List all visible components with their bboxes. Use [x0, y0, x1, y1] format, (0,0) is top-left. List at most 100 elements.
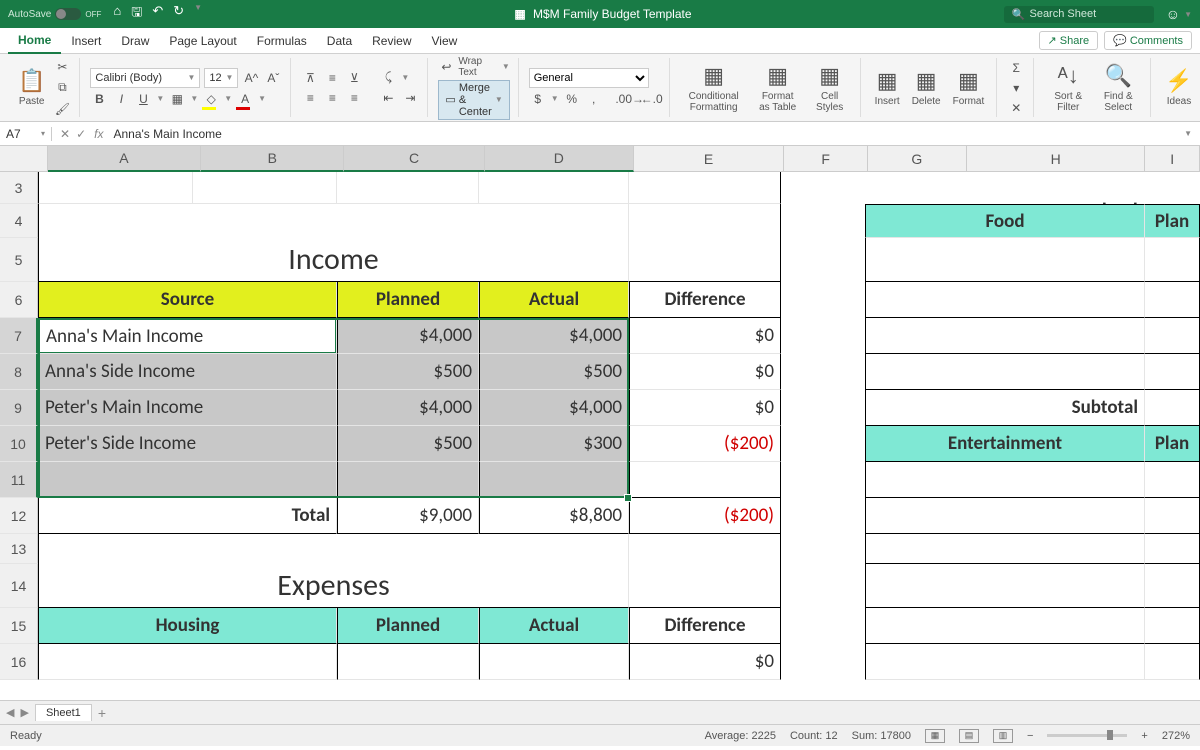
cell[interactable]	[337, 644, 479, 680]
currency-icon[interactable]: $	[529, 90, 547, 108]
find-select-button[interactable]: 🔍Find & Select	[1094, 63, 1142, 113]
zoom-in-button[interactable]: +	[1141, 730, 1147, 742]
cell-diff[interactable]: $0	[629, 644, 781, 680]
conditional-formatting-button[interactable]: ▦Conditional Formatting	[680, 63, 748, 113]
select-all-corner[interactable]	[0, 146, 48, 172]
page-layout-view-icon[interactable]: ▤	[959, 729, 979, 743]
fill-icon[interactable]: ▾	[1007, 79, 1025, 97]
cell-actual[interactable]: $500	[479, 354, 629, 390]
zoom-out-button[interactable]: −	[1027, 730, 1033, 742]
selection-handle[interactable]	[624, 494, 632, 502]
cancel-formula-icon[interactable]: ✕	[60, 127, 70, 141]
col-header-d[interactable]: D	[485, 146, 634, 172]
expenses-title[interactable]: Expenses	[38, 564, 629, 608]
row-header-14[interactable]: 14	[0, 564, 38, 608]
cell[interactable]	[337, 172, 479, 204]
row-header-13[interactable]: 13	[0, 534, 38, 564]
normal-view-icon[interactable]: ▦	[925, 729, 945, 743]
wrap-text-button[interactable]: Wrap Text	[458, 56, 498, 78]
col-header-e[interactable]: E	[634, 146, 785, 172]
align-left-icon[interactable]: ≡	[301, 89, 319, 107]
actual-header-2[interactable]: Actual	[479, 608, 629, 644]
decrease-decimal-icon[interactable]: ←.0	[643, 90, 661, 108]
cell[interactable]	[38, 172, 193, 204]
insert-cells-button[interactable]: ▦Insert	[871, 68, 904, 107]
cell-diff[interactable]: $0	[629, 318, 781, 354]
cut-icon[interactable]: ✂	[53, 58, 71, 76]
format-as-table-button[interactable]: ▦Format as Table	[752, 63, 804, 113]
total-planned[interactable]: $9,000	[337, 498, 479, 534]
tab-view[interactable]: View	[422, 29, 468, 53]
page-break-view-icon[interactable]: ▥	[993, 729, 1013, 743]
comma-icon[interactable]: ,	[585, 90, 603, 108]
feedback-icon[interactable]: ☺	[1166, 6, 1180, 22]
cell-actual[interactable]: $4,000	[479, 318, 629, 354]
entertainment-header[interactable]: Entertainment	[865, 426, 1145, 462]
cell[interactable]	[865, 282, 1145, 318]
cell[interactable]	[479, 172, 629, 204]
align-top-icon[interactable]: ⊼	[301, 69, 319, 87]
cell-planned[interactable]: $500	[337, 426, 479, 462]
col-header-h[interactable]: H	[967, 146, 1146, 172]
row-header-10[interactable]: 10	[0, 426, 38, 462]
cell-source[interactable]: Peter's Main Income	[38, 390, 337, 426]
cell-diff[interactable]: $0	[629, 354, 781, 390]
redo-icon[interactable]: ↻	[173, 3, 184, 25]
cell[interactable]	[479, 644, 629, 680]
font-color-icon[interactable]: A	[236, 90, 254, 108]
fill-color-icon[interactable]: ◇	[202, 90, 220, 108]
source-header[interactable]: Source	[38, 282, 337, 318]
tab-data[interactable]: Data	[317, 29, 362, 53]
cell[interactable]	[337, 462, 479, 498]
subtotal-label[interactable]: Subtotal	[865, 390, 1145, 426]
cell-actual[interactable]: $4,000	[479, 390, 629, 426]
tab-draw[interactable]: Draw	[111, 29, 159, 53]
formula-input[interactable]: Anna's Main Income	[109, 127, 1176, 141]
cell[interactable]	[629, 462, 781, 498]
row-header-5[interactable]: 5	[0, 238, 38, 282]
plan-header[interactable]: Plan	[1145, 204, 1200, 238]
underline-button[interactable]: U	[134, 90, 152, 108]
total-diff[interactable]: ($200)	[629, 498, 781, 534]
housing-header[interactable]: Housing	[38, 608, 337, 644]
autosum-icon[interactable]: Σ	[1007, 59, 1025, 77]
align-center-icon[interactable]: ≡	[323, 89, 341, 107]
row-header-9[interactable]: 9	[0, 390, 38, 426]
tab-insert[interactable]: Insert	[61, 29, 111, 53]
col-header-a[interactable]: A	[48, 146, 202, 172]
cell-planned[interactable]: $4,000	[337, 390, 479, 426]
cell[interactable]	[38, 644, 337, 680]
cell-styles-button[interactable]: ▦Cell Styles	[808, 63, 852, 113]
undo-icon[interactable]: ↶	[152, 3, 163, 25]
row-header-4[interactable]: 4	[0, 204, 38, 238]
active-cell[interactable]: Anna's Main Income	[39, 319, 336, 353]
zoom-level[interactable]: 272%	[1162, 730, 1190, 742]
tab-formulas[interactable]: Formulas	[247, 29, 317, 53]
ideas-button[interactable]: ⚡Ideas	[1161, 68, 1196, 107]
copy-icon[interactable]: ⧉	[53, 79, 71, 97]
zoom-slider[interactable]	[1047, 734, 1127, 737]
tab-page-layout[interactable]: Page Layout	[159, 29, 246, 53]
food-header[interactable]: Food	[865, 204, 1145, 238]
align-right-icon[interactable]: ≡	[345, 89, 363, 107]
delete-cells-button[interactable]: ▦Delete	[908, 68, 945, 107]
row-header-15[interactable]: 15	[0, 608, 38, 644]
cell[interactable]: ◡	[965, 172, 1145, 204]
cell[interactable]	[193, 172, 337, 204]
total-label[interactable]: Total	[38, 498, 337, 534]
bold-button[interactable]: B	[90, 90, 108, 108]
row-header-6[interactable]: 6	[0, 282, 38, 318]
difference-header[interactable]: Difference	[629, 282, 781, 318]
decrease-indent-icon[interactable]: ⇤	[379, 89, 397, 107]
name-box[interactable]: A7▾	[0, 127, 52, 141]
sheet-prev-icon[interactable]: ◀	[6, 706, 14, 719]
col-header-f[interactable]: F	[784, 146, 867, 172]
planned-header-2[interactable]: Planned	[337, 608, 479, 644]
home-icon[interactable]: ⌂	[113, 3, 121, 25]
share-button[interactable]: ↗Share	[1039, 31, 1099, 50]
expand-formula-icon[interactable]: ▼	[1176, 129, 1200, 138]
clear-icon[interactable]: ✕	[1007, 99, 1025, 117]
align-middle-icon[interactable]: ≡	[323, 69, 341, 87]
comments-button[interactable]: 💬Comments	[1104, 31, 1192, 50]
income-title-2[interactable]: Income	[38, 238, 629, 282]
